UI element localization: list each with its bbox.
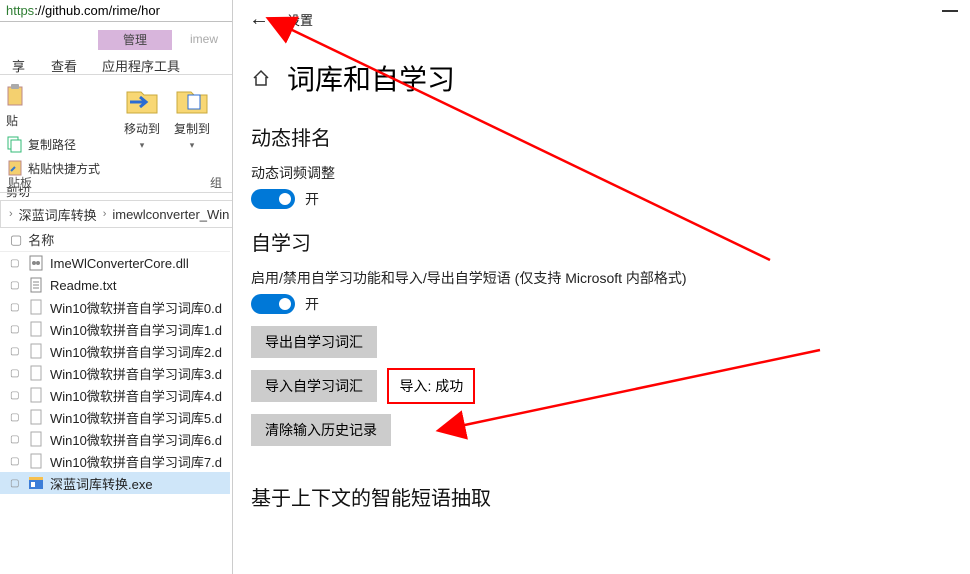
file-row[interactable]: ▢Win10微软拼音自学习词库7.d <box>0 450 230 472</box>
ribbon-manage-tab[interactable]: 管理 <box>98 30 172 50</box>
breadcrumb-item[interactable]: imewlconverter_Win <box>112 207 229 222</box>
move-to-icon <box>124 82 160 118</box>
minimize-button[interactable] <box>942 10 958 12</box>
ribbon-title-fragment: imew <box>190 32 218 46</box>
home-icon[interactable] <box>251 68 271 88</box>
file-row[interactable]: ▢Win10微软拼音自学习词库0.d <box>0 296 230 318</box>
file-name: Win10微软拼音自学习词库5.d <box>50 408 222 427</box>
file-icon <box>28 343 44 359</box>
file-icon <box>28 321 44 337</box>
breadcrumb-item[interactable]: 深蓝词库转换 <box>19 205 97 224</box>
toggle-state-label: 开 <box>305 294 319 314</box>
file-name: ImeWlConverterCore.dll <box>50 256 189 271</box>
file-row[interactable]: ▢Readme.txt <box>0 274 230 296</box>
url-protocol: https <box>6 3 34 18</box>
import-status: 导入: 成功 <box>387 368 475 404</box>
section-dynamic-ranking: 动态排名 <box>251 122 950 151</box>
file-name: Readme.txt <box>50 278 116 293</box>
copy-path-icon <box>6 135 24 153</box>
file-icon <box>28 475 44 491</box>
page-title: 词库和自学习 <box>287 58 455 98</box>
copy-path-button[interactable]: 复制路径 <box>6 135 114 153</box>
file-row[interactable]: ▢Win10微软拼音自学习词库2.d <box>0 340 230 362</box>
file-icon <box>28 453 44 469</box>
export-vocab-button[interactable]: 导出自学习词汇 <box>251 326 377 358</box>
file-row[interactable]: ▢ImeWlConverterCore.dll <box>0 252 230 274</box>
back-button[interactable]: ← <box>243 8 275 31</box>
file-name: 深蓝词库转换.exe <box>50 474 153 493</box>
file-icon <box>28 409 44 425</box>
file-icon <box>28 277 44 293</box>
file-row[interactable]: ▢Win10微软拼音自学习词库3.d <box>0 362 230 384</box>
file-name: Win10微软拼音自学习词库4.d <box>50 386 222 405</box>
copy-to-icon <box>174 82 210 118</box>
clear-history-button[interactable]: 清除输入历史记录 <box>251 414 391 446</box>
url-rest: ://github.com/rime/hor <box>34 3 160 18</box>
section-context-phrase: 基于上下文的智能短语抽取 <box>251 482 950 511</box>
settings-window: ← 设置 词库和自学习 动态排名 动态词频调整 开 自学习 启用/禁用自学习功能… <box>232 0 970 574</box>
file-row[interactable]: ▢深蓝词库转换.exe <box>0 472 230 494</box>
file-icon <box>28 387 44 403</box>
chevron-right-icon: › <box>103 208 107 220</box>
file-name: Win10微软拼音自学习词库1.d <box>50 320 222 339</box>
file-name: Win10微软拼音自学习词库7.d <box>50 452 222 471</box>
file-icon <box>28 431 44 447</box>
section-self-learning: 自学习 <box>251 227 950 256</box>
toggle-state-label: 开 <box>305 189 319 209</box>
move-to-button[interactable]: 移动到▾ <box>120 82 164 151</box>
file-list: ▢ 名称 ▢ImeWlConverterCore.dll▢Readme.txt▢… <box>0 228 230 574</box>
settings-header-title: 设置 <box>287 10 313 29</box>
self-learning-toggle[interactable] <box>251 294 295 314</box>
file-row[interactable]: ▢Win10微软拼音自学习词库1.d <box>0 318 230 340</box>
file-icon <box>28 255 44 271</box>
file-name: Win10微软拼音自学习词库0.d <box>50 298 222 317</box>
self-learning-desc: 启用/禁用自学习功能和导入/导出自学短语 (仅支持 Microsoft 内部格式… <box>251 268 950 288</box>
column-header-name[interactable]: ▢ 名称 <box>0 228 230 252</box>
dynamic-freq-toggle[interactable] <box>251 189 295 209</box>
paste-icon[interactable] <box>6 84 26 108</box>
import-vocab-button[interactable]: 导入自学习词汇 <box>251 370 377 402</box>
ribbon-group-organize: 组 <box>210 174 222 191</box>
settings-header: ← 设置 <box>233 0 970 38</box>
ribbon-group-clipboard: 贴板 <box>8 174 32 191</box>
file-row[interactable]: ▢Win10微软拼音自学习词库5.d <box>0 406 230 428</box>
file-name: Win10微软拼音自学习词库6.d <box>50 430 222 449</box>
file-name: Win10微软拼音自学习词库2.d <box>50 342 222 361</box>
file-row[interactable]: ▢Win10微软拼音自学习词库6.d <box>0 428 230 450</box>
file-icon <box>28 365 44 381</box>
dynamic-freq-label: 动态词频调整 <box>251 163 950 183</box>
file-row[interactable]: ▢Win10微软拼音自学习词库4.d <box>0 384 230 406</box>
file-name: Win10微软拼音自学习词库3.d <box>50 364 222 383</box>
paste-label[interactable]: 贴 <box>6 112 114 129</box>
ribbon-body: 贴 复制路径 粘贴快捷方式 剪切 移动到▾ <box>0 76 230 172</box>
file-icon <box>28 299 44 315</box>
chevron-right-icon: › <box>9 208 13 220</box>
copy-to-button[interactable]: 复制到▾ <box>170 82 214 151</box>
